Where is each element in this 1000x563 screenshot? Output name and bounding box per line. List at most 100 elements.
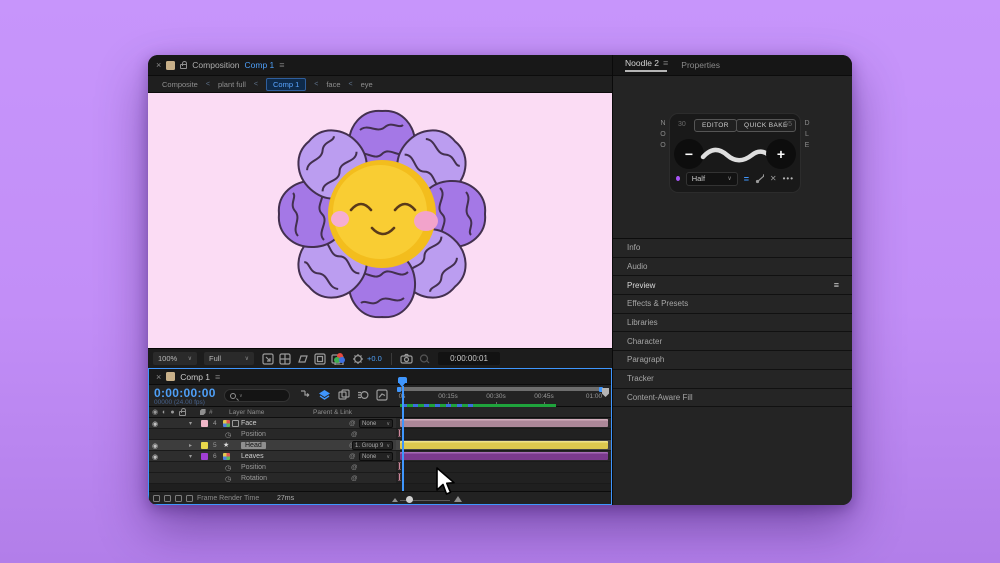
layer-duration-bar[interactable] — [400, 452, 608, 460]
panel-menu-icon[interactable]: ≡ — [215, 372, 219, 382]
time-ruler[interactable]: 0s 00:15s 00:30s 00:45s 01:00 — [396, 385, 604, 407]
magnification-dropdown[interactable]: 100%∨ — [153, 352, 197, 365]
region-of-interest-icon[interactable] — [296, 353, 309, 365]
parent-dropdown[interactable]: None∨ — [359, 419, 393, 428]
preview-timecode[interactable]: 0:00:00:01 — [438, 352, 500, 365]
panel-item-tracker[interactable]: Tracker — [613, 370, 852, 389]
toggle-pane-icon[interactable] — [164, 495, 171, 502]
parent-link-column[interactable]: Parent & Link — [313, 409, 352, 416]
expand-arrow-icon[interactable]: ▸ — [189, 442, 192, 449]
layer-color-label[interactable] — [201, 453, 208, 460]
breadcrumb-item-active[interactable]: Comp 1 — [266, 78, 306, 91]
snapshot-camera-icon[interactable] — [400, 353, 413, 364]
collapse-transformations-icon[interactable] — [223, 420, 230, 427]
frame-blending-icon[interactable] — [338, 389, 350, 401]
increase-button[interactable]: + — [766, 139, 796, 169]
panel-menu-icon[interactable]: ≡ — [834, 280, 838, 290]
layer-color-label[interactable] — [201, 442, 208, 449]
work-area-bar[interactable] — [398, 387, 602, 391]
exposure-value[interactable]: +0.0 — [367, 354, 382, 363]
keyframe-marks[interactable]: ][ — [398, 430, 400, 438]
parent-dropdown[interactable]: 1. Group 9∨ — [352, 441, 393, 450]
stopwatch-icon[interactable]: ◷ — [225, 464, 231, 472]
zoom-slider-knob[interactable] — [406, 496, 413, 503]
close-icon[interactable]: × — [156, 60, 161, 70]
layer-name[interactable]: Leaves — [241, 453, 264, 460]
panel-menu-icon[interactable]: ≡ — [663, 58, 667, 68]
half-dropdown[interactable]: Half∨ — [686, 172, 738, 186]
layer-duration-bar[interactable] — [400, 419, 608, 427]
show-snapshot-icon[interactable] — [418, 353, 430, 364]
keyframe-marks[interactable]: ][ — [398, 463, 400, 471]
composition-mini-flowchart-icon[interactable] — [299, 389, 311, 401]
panel-item-audio[interactable]: Audio — [613, 258, 852, 277]
layer-row-face[interactable]: ◉ ▾ 4 Face @ None∨ — [149, 418, 611, 429]
layer-name-editing[interactable]: Head — [241, 442, 266, 449]
property-row-position[interactable]: ◷ Position @ ][ — [149, 462, 611, 473]
breadcrumb-item[interactable]: eye — [361, 80, 373, 89]
layer-row-head[interactable]: ◉ ▸ 5 ★ Head @ 1. Group 9∨ — [149, 440, 611, 451]
pickwhip-icon[interactable]: @ — [351, 464, 358, 471]
layer-name-column[interactable]: Layer Name — [229, 409, 264, 416]
viewer-panel-title[interactable]: Composition — [192, 60, 239, 70]
tab-properties[interactable]: Properties — [681, 60, 720, 72]
stopwatch-icon[interactable]: ◷ — [225, 475, 231, 483]
property-row-position[interactable]: ◷ Position @ ][ — [149, 429, 611, 440]
graph-editor-icon[interactable] — [376, 389, 388, 401]
layer-duration-bar[interactable] — [400, 441, 608, 449]
transparency-grid-icon[interactable] — [279, 353, 291, 365]
keyframe-marks[interactable]: ][ — [398, 474, 400, 482]
toggle-pane-icon[interactable] — [153, 495, 160, 502]
property-name[interactable]: Rotation — [241, 475, 267, 482]
timeline-empty-area[interactable] — [149, 484, 611, 491]
visibility-eye-icon[interactable]: ◉ — [152, 453, 158, 461]
property-name[interactable]: Position — [241, 431, 266, 438]
editor-button[interactable]: EDITOR — [694, 119, 737, 132]
layer-color-label[interactable] — [201, 420, 208, 427]
panel-item-info[interactable]: Info — [613, 239, 852, 258]
panel-menu-icon[interactable]: ≡ — [279, 60, 283, 70]
panel-item-character[interactable]: Character — [613, 332, 852, 351]
visibility-eye-icon[interactable]: ◉ — [152, 420, 158, 428]
stopwatch-icon[interactable]: ◷ — [225, 431, 231, 439]
more-options-icon[interactable]: ••• — [783, 174, 794, 183]
equalize-icon[interactable]: = — [744, 174, 749, 184]
panel-item-paragraph[interactable]: Paragraph — [613, 351, 852, 370]
collapse-transformations-icon[interactable] — [223, 453, 230, 460]
panel-item-libraries[interactable]: Libraries — [613, 314, 852, 333]
shy-layer-icon[interactable] — [232, 420, 239, 427]
channel-color-icon[interactable] — [334, 353, 345, 364]
current-timecode[interactable]: 0:00:00:00 — [154, 386, 216, 400]
resolution-dropdown[interactable]: Full∨ — [204, 352, 254, 365]
breadcrumb-item[interactable]: Composite — [162, 80, 198, 89]
pickwhip-icon[interactable]: @ — [351, 475, 358, 482]
viewer-lock-icon[interactable] — [180, 64, 187, 69]
close-icon[interactable]: × — [156, 372, 161, 382]
playhead-handle[interactable] — [398, 377, 407, 386]
motion-blur-icon[interactable] — [357, 389, 369, 401]
draft-3d-icon[interactable] — [318, 389, 331, 401]
selection-preview-icon[interactable] — [262, 353, 274, 365]
close-x-icon[interactable]: ✕ — [770, 174, 777, 183]
layer-name[interactable]: Face — [241, 420, 257, 427]
property-name[interactable]: Position — [241, 464, 266, 471]
timeline-search-input[interactable]: ∨ — [224, 389, 290, 402]
expand-arrow-icon[interactable]: ▾ — [189, 420, 192, 427]
pickwhip-icon[interactable]: @ — [349, 420, 356, 427]
viewer-comp-name[interactable]: Comp 1 — [245, 60, 275, 70]
timeline-comp-tab[interactable]: Comp 1 — [180, 372, 210, 382]
visibility-eye-icon[interactable]: ◉ — [152, 442, 158, 450]
panel-item-preview[interactable]: Preview≡ — [613, 276, 852, 295]
pickwhip-icon[interactable]: @ — [349, 453, 356, 460]
toggle-pane-icon[interactable] — [186, 495, 193, 502]
breadcrumb-item[interactable]: plant full — [218, 80, 246, 89]
property-row-rotation[interactable]: ◷ Rotation @ ][ — [149, 473, 611, 484]
parent-dropdown[interactable]: None∨ — [359, 452, 393, 461]
zoom-out-icon[interactable] — [392, 498, 398, 502]
composition-canvas[interactable] — [148, 93, 612, 348]
panel-item-content-aware-fill[interactable]: Content-Aware Fill — [613, 389, 852, 408]
guides-safe-areas-icon[interactable] — [314, 353, 326, 365]
tab-noodle[interactable]: Noodle 2≡ — [625, 58, 667, 72]
toggle-pane-icon[interactable] — [175, 495, 182, 502]
exposure-gear-icon[interactable] — [352, 353, 364, 365]
